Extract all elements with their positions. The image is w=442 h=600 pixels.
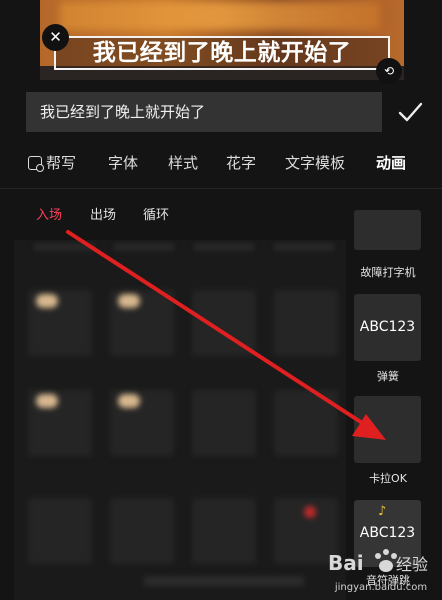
subtitle-input[interactable]: 我已经到了晚上就开始了 — [26, 92, 382, 132]
subtab-loop[interactable]: 循环 — [143, 206, 169, 226]
effect-thumb-karaoke[interactable] — [354, 396, 421, 463]
baidu-paw-logo: Bai 经验 — [328, 549, 428, 575]
tab-ai-write[interactable]: 帮写 — [28, 150, 76, 178]
text-style-tabs: 帮写 字体 样式 花字 文字模板 动画 — [0, 150, 442, 178]
effect-thumb[interactable] — [192, 498, 256, 564]
effect-thumb[interactable] — [274, 290, 338, 356]
effect-thumb[interactable] — [192, 290, 256, 356]
watermark-url: jingyan.baidu.com — [334, 582, 428, 593]
effect-thumb[interactable] — [28, 390, 92, 456]
thumb-text: ABC123 — [359, 319, 416, 335]
effect-label-glitch-typewriter: 故障打字机 — [360, 266, 416, 279]
ai-write-icon — [28, 156, 44, 172]
music-note-icon: ♪ — [378, 504, 387, 519]
tab-style[interactable]: 样式 — [168, 150, 198, 178]
subtitle-text-box[interactable]: 我已经到了晚上就开始了 — [54, 36, 390, 70]
watermark-brand2: 经验 — [396, 555, 428, 574]
preview-background — [60, 2, 380, 30]
effect-thumb-glitch-typewriter[interactable] — [354, 210, 421, 250]
effects-grid-blurred — [14, 240, 346, 600]
effect-thumb[interactable] — [110, 498, 174, 564]
effect-thumb[interactable] — [192, 390, 256, 456]
subtab-entrance[interactable]: 入场 — [36, 206, 62, 226]
effect-thumb[interactable] — [110, 290, 174, 356]
watermark-brand: Bai — [328, 551, 364, 575]
tab-fancy-text[interactable]: 花字 — [226, 150, 256, 178]
effect-thumb[interactable] — [110, 390, 174, 456]
baidu-watermark: Bai 经验 jingyan.baidu.com — [326, 526, 436, 596]
effect-label-spring: 弹簧 — [377, 370, 399, 383]
tab-label: 帮写 — [46, 154, 77, 172]
tab-animation[interactable]: 动画 — [376, 150, 406, 178]
tab-font[interactable]: 字体 — [108, 150, 138, 178]
effect-label-karaoke: 卡拉OK — [369, 472, 407, 485]
effect-thumb[interactable] — [274, 390, 338, 456]
rotate-icon[interactable]: ⟲ — [376, 58, 402, 84]
effect-thumb-spring[interactable]: ABC123 — [354, 294, 421, 361]
effect-thumb[interactable] — [28, 290, 92, 356]
subtab-exit[interactable]: 出场 — [90, 206, 116, 226]
tabs-divider — [0, 188, 442, 189]
close-icon[interactable]: ✕ — [42, 24, 69, 51]
effect-thumb[interactable] — [28, 498, 92, 564]
tab-text-template[interactable]: 文字模板 — [285, 150, 345, 178]
checkmark-icon[interactable] — [396, 98, 424, 126]
